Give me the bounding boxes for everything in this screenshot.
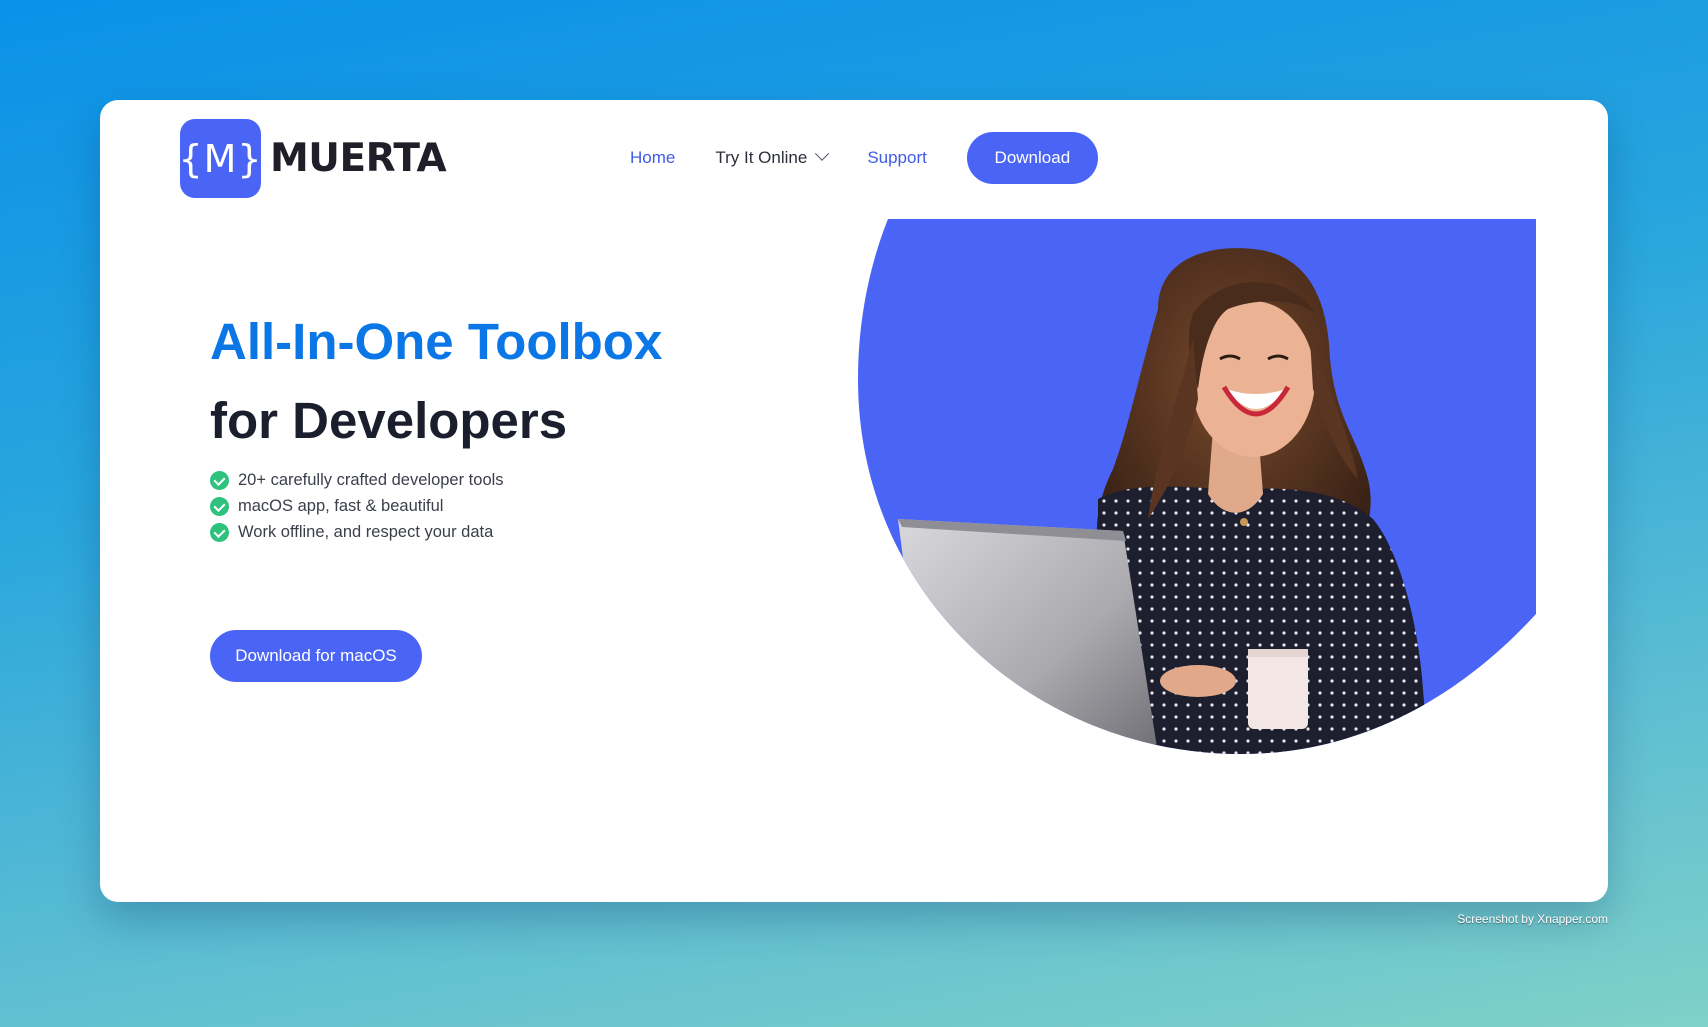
feature-item: 20+ carefully crafted developer tools <box>210 467 504 493</box>
hero-title-line1: All-In-One Toolbox <box>210 313 663 370</box>
brand-logo[interactable]: {M} MUERTA <box>178 119 447 198</box>
download-macos-button[interactable]: Download for macOS <box>210 630 422 682</box>
brand-name: MUERTA <box>270 136 447 181</box>
nav-support-link[interactable]: Support <box>867 148 927 168</box>
nav-home-link[interactable]: Home <box>630 148 675 168</box>
download-button[interactable]: Download <box>966 131 1098 184</box>
woman-laptop-illustration <box>858 219 1536 754</box>
feature-text: macOS app, fast & beautiful <box>238 496 444 515</box>
check-circle-icon <box>210 522 229 542</box>
chevron-down-icon <box>815 146 830 161</box>
feature-list: 20+ carefully crafted developer tools ma… <box>210 467 504 545</box>
page-card: {M} MUERTA Home Try It Online Support Do… <box>100 100 1608 902</box>
hero-illustration <box>858 219 1536 754</box>
check-circle-icon <box>210 470 229 490</box>
main-nav: Home Try It Online Support Download <box>630 131 1098 184</box>
feature-item: Work offline, and respect your data <box>210 519 504 545</box>
feature-text: 20+ carefully crafted developer tools <box>238 470 504 489</box>
nav-try-online-dropdown[interactable]: Try It Online <box>715 146 830 168</box>
check-circle-icon <box>210 496 229 516</box>
feature-item: macOS app, fast & beautiful <box>210 493 504 519</box>
nav-try-online-label: Try It Online <box>715 147 808 167</box>
hero-title-line2: for Developers <box>210 392 568 449</box>
logo-icon: {M} <box>178 119 262 198</box>
feature-text: Work offline, and respect your data <box>238 522 494 541</box>
screenshot-credit: Screenshot by Xnapper.com <box>1457 912 1608 926</box>
